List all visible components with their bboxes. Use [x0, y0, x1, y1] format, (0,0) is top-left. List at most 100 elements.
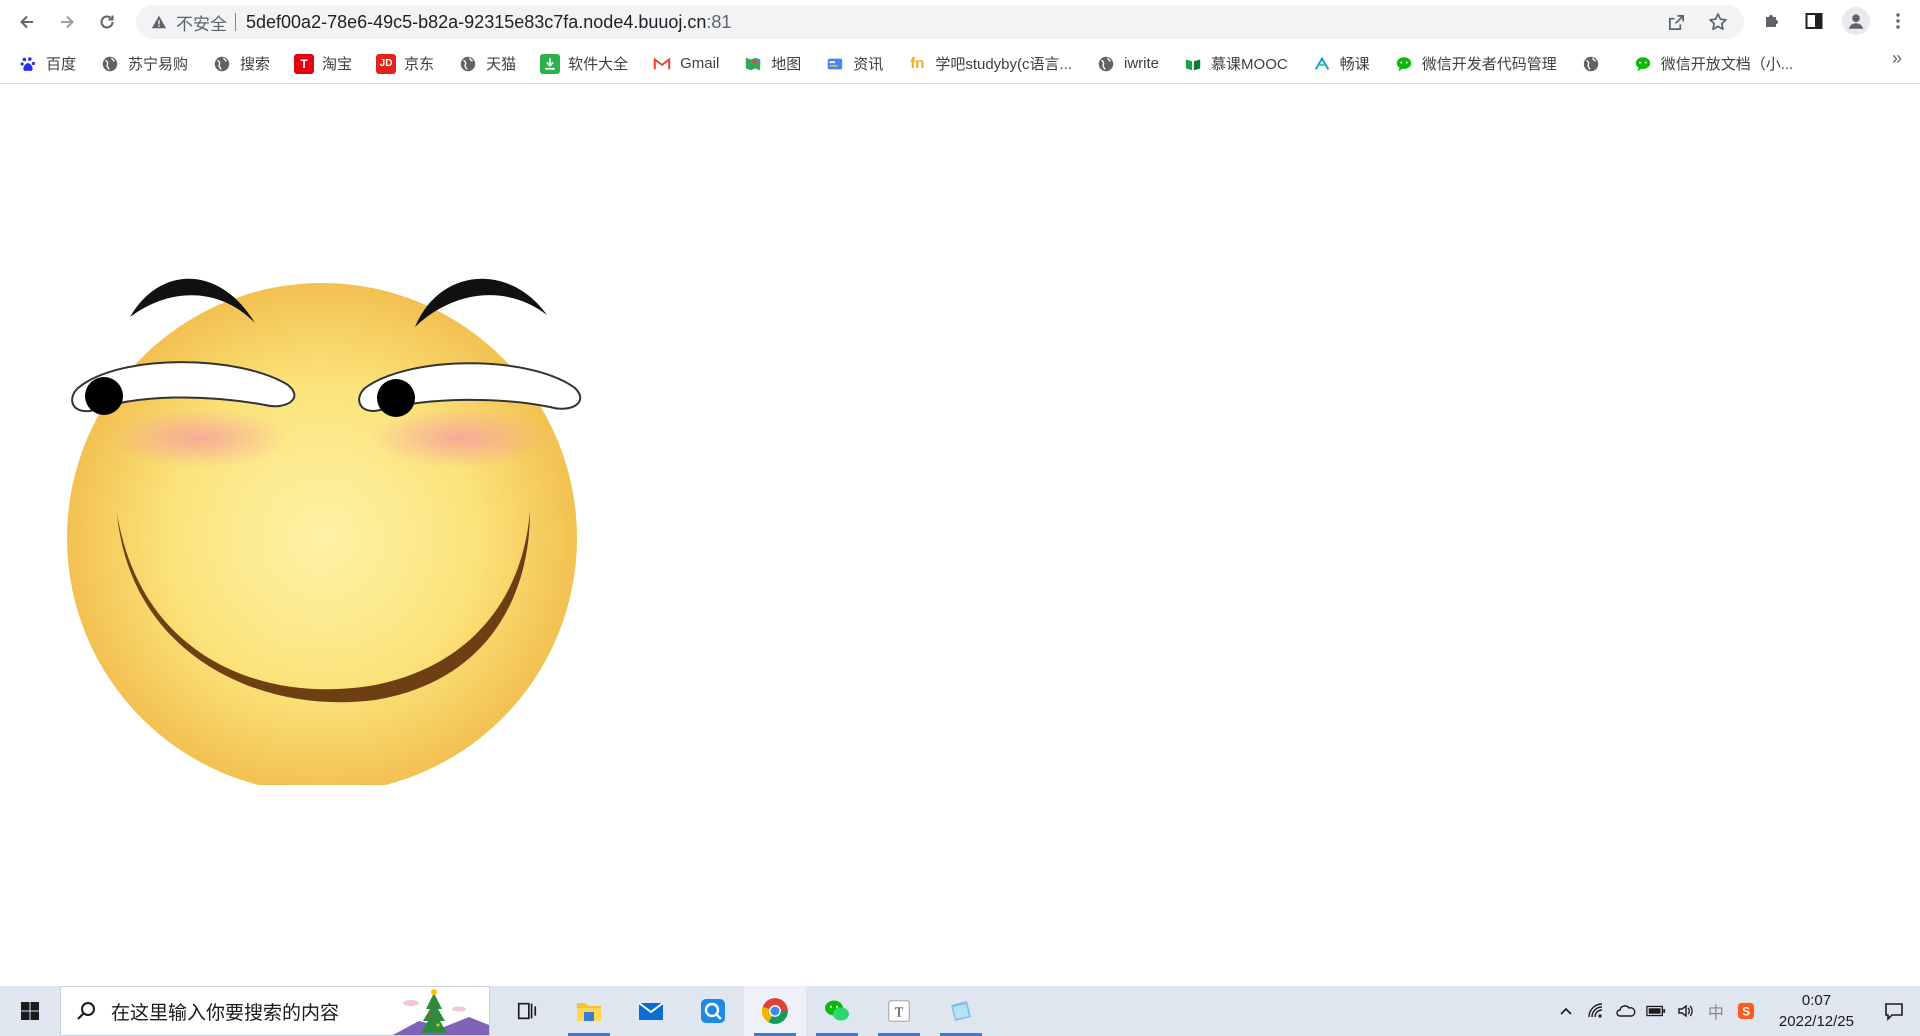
emoji-right-pupil	[377, 379, 415, 417]
christmas-tree-decoration-icon	[392, 989, 489, 1035]
taskbar-app-wechat[interactable]	[806, 986, 868, 1036]
chevron-up-icon[interactable]	[1551, 986, 1581, 1036]
studyby-icon: fn	[910, 55, 925, 72]
bookmark-suning[interactable]: 苏宁易购	[100, 49, 196, 79]
clock-time: 0:07	[1801, 992, 1832, 1009]
bookmark-wechat-dev[interactable]: 微信开发者代码管理	[1394, 49, 1565, 79]
typora-icon: T	[888, 1000, 910, 1022]
sogou-input-icon[interactable]: S	[1731, 986, 1761, 1036]
notes-icon	[951, 1001, 971, 1021]
taskbar-app-store[interactable]	[682, 986, 744, 1036]
bookmark-studyby[interactable]: fn 学吧studyby(c语言...	[907, 49, 1080, 79]
volume-icon[interactable]	[1671, 986, 1701, 1036]
mooc-icon	[1183, 54, 1203, 74]
bookmark-search[interactable]: 搜索	[212, 49, 278, 79]
bookmark-software[interactable]: 软件大全	[540, 49, 636, 79]
taskbar-search-box[interactable]: 在这里输入你要搜索的内容	[60, 986, 490, 1036]
bookmark-label: 苏宁易购	[128, 56, 189, 73]
bookmark-label: iwrite	[1124, 55, 1160, 72]
reload-button[interactable]	[92, 7, 122, 37]
bookmark-label: 微信开放文档（小...	[1660, 56, 1794, 73]
wechat-icon	[1633, 54, 1653, 74]
taskbar-clock[interactable]: 0:07 2022/12/25	[1779, 990, 1854, 1032]
windows-start-button[interactable]	[0, 986, 60, 1036]
kebab-menu-icon[interactable]	[1884, 7, 1912, 35]
bookmark-tianmao[interactable]: 天猫	[458, 49, 524, 79]
profile-avatar-icon[interactable]	[1842, 7, 1870, 35]
network-icon[interactable]	[1581, 986, 1611, 1036]
address-bar[interactable]: 不安全 5def00a2-78e6-49c5-b82a-92315e83c7fa…	[136, 5, 1744, 39]
task-view-icon	[517, 1002, 537, 1020]
globe-icon	[1096, 54, 1116, 74]
bookmark-label: 畅课	[1339, 56, 1370, 73]
reload-icon	[100, 15, 114, 29]
puzzle-icon[interactable]	[1758, 7, 1786, 35]
bookmarks-bar: 百度 苏宁易购 搜索 T 淘宝 JD 京东 天猫 软件大全 Gmail 地图 资…	[0, 44, 1920, 84]
bookmark-label: 天猫	[486, 56, 517, 73]
bookmark-label: 慕课MOOC	[1211, 56, 1288, 73]
bookmarks-overflow-button[interactable]: »	[1892, 48, 1902, 69]
bookmark-changke[interactable]: 畅课	[1312, 49, 1378, 79]
clock-date: 2022/12/25	[1778, 1013, 1854, 1030]
arrow-right-icon	[61, 15, 74, 29]
bookmark-mooc[interactable]: 慕课MOOC	[1183, 49, 1296, 79]
globe-icon	[100, 54, 120, 74]
globe-icon	[212, 54, 232, 74]
bookmark-globe[interactable]	[1581, 49, 1617, 79]
emoji-left-pupil	[85, 377, 123, 415]
address-separator	[235, 13, 236, 31]
bookmark-iwrite[interactable]: iwrite	[1096, 49, 1167, 79]
bookmark-label: 微信开发者代码管理	[1421, 56, 1557, 73]
share-icon[interactable]	[1664, 10, 1688, 34]
system-tray: 中 S 0:07 2022/12/25	[1551, 986, 1920, 1036]
app-store-icon	[701, 999, 725, 1023]
bookmark-wechat-docs[interactable]: 微信开放文档（小...	[1633, 49, 1802, 79]
task-view-button[interactable]	[496, 986, 558, 1036]
wechat-icon	[825, 1000, 849, 1021]
smirking-emoji-face	[67, 278, 582, 785]
windows-logo-icon	[21, 1002, 39, 1020]
bookmark-baidu[interactable]: 百度	[18, 49, 84, 79]
side-panel-icon[interactable]	[1800, 7, 1828, 35]
bookmark-taobao[interactable]: T 淘宝	[294, 49, 360, 79]
changke-icon	[1312, 54, 1332, 74]
bookmark-label: 淘宝	[322, 56, 353, 73]
bookmark-label: Gmail	[680, 55, 720, 72]
onedrive-icon[interactable]	[1611, 986, 1641, 1036]
download-icon	[540, 53, 561, 74]
bookmark-gmail[interactable]: Gmail	[652, 49, 727, 79]
forward-button[interactable]	[52, 7, 82, 37]
bookmark-jd[interactable]: JD 京东	[376, 49, 442, 79]
taskbar-app-chrome[interactable]	[744, 986, 806, 1036]
star-icon[interactable]	[1706, 10, 1730, 34]
news-icon	[825, 54, 845, 74]
windows-taskbar: 在这里输入你要搜索的内容 T 中 S 0:07 2022/12/25	[0, 986, 1920, 1036]
taskbar-app-typora[interactable]: T	[868, 986, 930, 1036]
chrome-icon	[761, 998, 788, 1024]
mail-icon	[638, 1002, 664, 1020]
bookmark-label: 京东	[404, 56, 435, 73]
notification-center-button[interactable]	[1868, 986, 1920, 1036]
ime-indicator[interactable]: 中	[1701, 986, 1731, 1036]
bookmark-label: 搜索	[240, 56, 271, 73]
globe-icon	[458, 54, 478, 74]
taskbar-app-mail[interactable]	[620, 986, 682, 1036]
bookmark-news[interactable]: 资讯	[825, 49, 891, 79]
notification-icon	[1885, 1003, 1903, 1021]
bookmark-maps[interactable]: 地图	[743, 49, 809, 79]
warning-triangle-icon[interactable]	[150, 13, 168, 31]
emoji-face-circle	[67, 283, 577, 785]
taskbar-search-placeholder: 在这里输入你要搜索的内容	[111, 1002, 340, 1024]
url-host: 5def00a2-78e6-49c5-b82a-92315e83c7fa.nod…	[246, 11, 707, 32]
jd-icon: JD	[376, 53, 397, 74]
battery-icon[interactable]	[1641, 986, 1671, 1036]
back-button[interactable]	[12, 7, 42, 37]
taskbar-app-notes[interactable]	[930, 986, 992, 1036]
taskbar-app-file-explorer[interactable]	[558, 986, 620, 1036]
security-label[interactable]: 不安全	[176, 10, 227, 35]
wechat-icon	[1394, 54, 1414, 74]
bookmark-label: 学吧studyby(c语言...	[935, 56, 1073, 73]
bookmark-label: 地图	[771, 56, 802, 73]
tmall-icon: T	[294, 53, 315, 74]
file-explorer-icon	[577, 1003, 601, 1021]
